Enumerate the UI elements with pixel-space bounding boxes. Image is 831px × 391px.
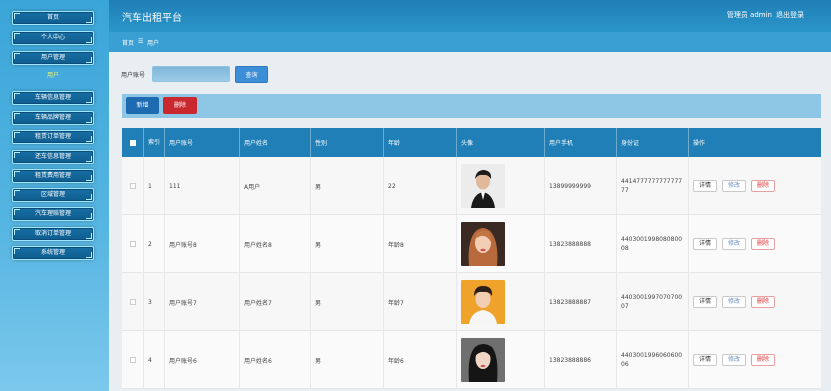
avatar <box>461 280 505 324</box>
row-checkbox[interactable] <box>122 215 144 273</box>
select-all-checkbox[interactable] <box>122 128 144 157</box>
sidebar-item-system[interactable]: 系统管理 <box>12 246 94 260</box>
detail-button[interactable]: 详情 <box>693 238 718 250</box>
avatar <box>461 164 505 208</box>
table-row: 2 用户账号8 用户姓名8 男 年龄8 13823888888 44030019… <box>122 215 821 273</box>
header-index: 索引 <box>144 128 165 157</box>
row-operations: 详情 修改 删除 <box>689 157 821 215</box>
breadcrumb-home[interactable]: 首页 <box>122 38 134 47</box>
row-index: 3 <box>144 273 165 331</box>
sidebar-item-region[interactable]: 区域管理 <box>12 188 94 202</box>
search-button[interactable]: 查询 <box>235 66 268 83</box>
row-delete-button[interactable]: 删除 <box>751 354 776 366</box>
app-title: 汽车出租平台 <box>122 13 182 24</box>
sidebar-item-claims[interactable]: 汽车理赔管理 <box>12 207 94 221</box>
row-phone: 13823888888 <box>545 215 617 273</box>
header-age: 年龄 <box>384 128 457 157</box>
sidebar-item-profile[interactable]: 个人中心 <box>12 31 94 45</box>
edit-button[interactable]: 修改 <box>722 354 747 366</box>
breadcrumb-separator-icon: ☰ <box>138 38 144 45</box>
action-bar <box>122 94 821 118</box>
header-name: 用户姓名 <box>240 128 311 157</box>
sidebar-item-vehicle-info[interactable]: 车辆信息管理 <box>12 91 94 105</box>
row-id-card: 440300199606060006 <box>617 331 689 389</box>
row-index: 2 <box>144 215 165 273</box>
row-delete-button[interactable]: 删除 <box>751 238 776 250</box>
row-name: 用户姓名6 <box>240 331 311 389</box>
delete-button[interactable]: 删除 <box>163 97 197 114</box>
sidebar: 首页 个人中心 用户管理 用户 车辆信息管理 车辆品牌管理 租赁订单管理 还车信… <box>0 0 109 391</box>
row-checkbox[interactable] <box>122 273 144 331</box>
sidebar-item-cancel-orders[interactable]: 取消订单管理 <box>12 227 94 241</box>
row-delete-button[interactable]: 删除 <box>751 180 776 192</box>
row-age: 年龄6 <box>384 331 457 389</box>
sidebar-item-rental-orders[interactable]: 租赁订单管理 <box>12 130 94 144</box>
header-gender: 性别 <box>311 128 384 157</box>
row-id-card: 440300199707070007 <box>617 273 689 331</box>
row-avatar <box>457 157 545 215</box>
avatar <box>461 222 505 266</box>
detail-button[interactable]: 详情 <box>693 354 718 366</box>
row-account: 用户账号6 <box>165 331 240 389</box>
top-header: 汽车出租平台 管理员 admin 退出登录 <box>109 0 831 32</box>
row-phone: 13823888887 <box>545 273 617 331</box>
header-phone: 用户手机 <box>545 128 617 157</box>
sidebar-item-rental-fees[interactable]: 租赁费用管理 <box>12 169 94 183</box>
row-avatar <box>457 273 545 331</box>
row-age: 22 <box>384 157 457 215</box>
row-gender: 男 <box>311 273 384 331</box>
table-row: 4 用户账号6 用户姓名6 男 年龄6 13823888886 44030019… <box>122 331 821 389</box>
row-name: 用户姓名7 <box>240 273 311 331</box>
table-row: 1 111 A用户 男 22 13899999999 4414777777777… <box>122 157 821 215</box>
header-operations: 操作 <box>693 140 706 147</box>
header-avatar: 头像 <box>457 128 545 157</box>
row-checkbox[interactable] <box>122 157 144 215</box>
add-button[interactable]: 新增 <box>126 97 159 114</box>
search-label: 用户账号 <box>121 72 146 79</box>
header-id-card: 身份证 <box>617 128 689 157</box>
row-name: A用户 <box>240 157 311 215</box>
row-account: 用户账号8 <box>165 215 240 273</box>
row-id-card: 440300199808080008 <box>617 215 689 273</box>
sidebar-item-user-management[interactable]: 用户管理 <box>12 51 94 65</box>
row-account: 用户账号7 <box>165 273 240 331</box>
row-index: 4 <box>144 331 165 389</box>
edit-button[interactable]: 修改 <box>722 296 747 308</box>
sidebar-subitem-user[interactable]: 用户 <box>12 70 94 79</box>
row-operations: 详情 修改 删除 <box>689 215 821 273</box>
row-gender: 男 <box>311 331 384 389</box>
row-gender: 男 <box>311 215 384 273</box>
current-user: 管理员 admin <box>726 11 772 19</box>
sidebar-item-vehicle-brand[interactable]: 车辆品牌管理 <box>12 111 94 125</box>
breadcrumb: 首页 ☰ 用户 <box>109 32 831 52</box>
row-account: 111 <box>165 157 240 215</box>
row-delete-button[interactable]: 删除 <box>751 296 776 308</box>
row-index: 1 <box>144 157 165 215</box>
row-checkbox[interactable] <box>122 331 144 389</box>
row-age: 年龄8 <box>384 215 457 273</box>
row-operations: 详情 修改 删除 <box>689 273 821 331</box>
logout-link[interactable]: 退出登录 <box>776 10 804 20</box>
row-age: 年龄7 <box>384 273 457 331</box>
table-row: 3 用户账号7 用户姓名7 男 年龄7 13823888887 44030019… <box>122 273 821 331</box>
sidebar-item-home[interactable]: 首页 <box>12 11 94 25</box>
row-id-card: 441477777777777777 <box>617 157 689 215</box>
sidebar-item-return-info[interactable]: 还车信息管理 <box>12 150 94 164</box>
row-avatar <box>457 331 545 389</box>
row-avatar <box>457 215 545 273</box>
edit-button[interactable]: 修改 <box>722 238 747 250</box>
row-operations: 详情 修改 删除 <box>689 331 821 389</box>
breadcrumb-current: 用户 <box>147 40 160 47</box>
table-header: 索引 用户账号 用户姓名 性别 年龄 头像 用户手机 身份证 操作 <box>122 128 821 157</box>
row-phone: 13899999999 <box>545 157 617 215</box>
detail-button[interactable]: 详情 <box>693 296 718 308</box>
row-name: 用户姓名8 <box>240 215 311 273</box>
header-account: 用户账号 <box>165 128 240 157</box>
avatar <box>461 338 505 382</box>
search-input[interactable] <box>152 66 230 82</box>
row-phone: 13823888886 <box>545 331 617 389</box>
detail-button[interactable]: 详情 <box>693 180 718 192</box>
edit-button[interactable]: 修改 <box>722 180 747 192</box>
row-gender: 男 <box>311 157 384 215</box>
